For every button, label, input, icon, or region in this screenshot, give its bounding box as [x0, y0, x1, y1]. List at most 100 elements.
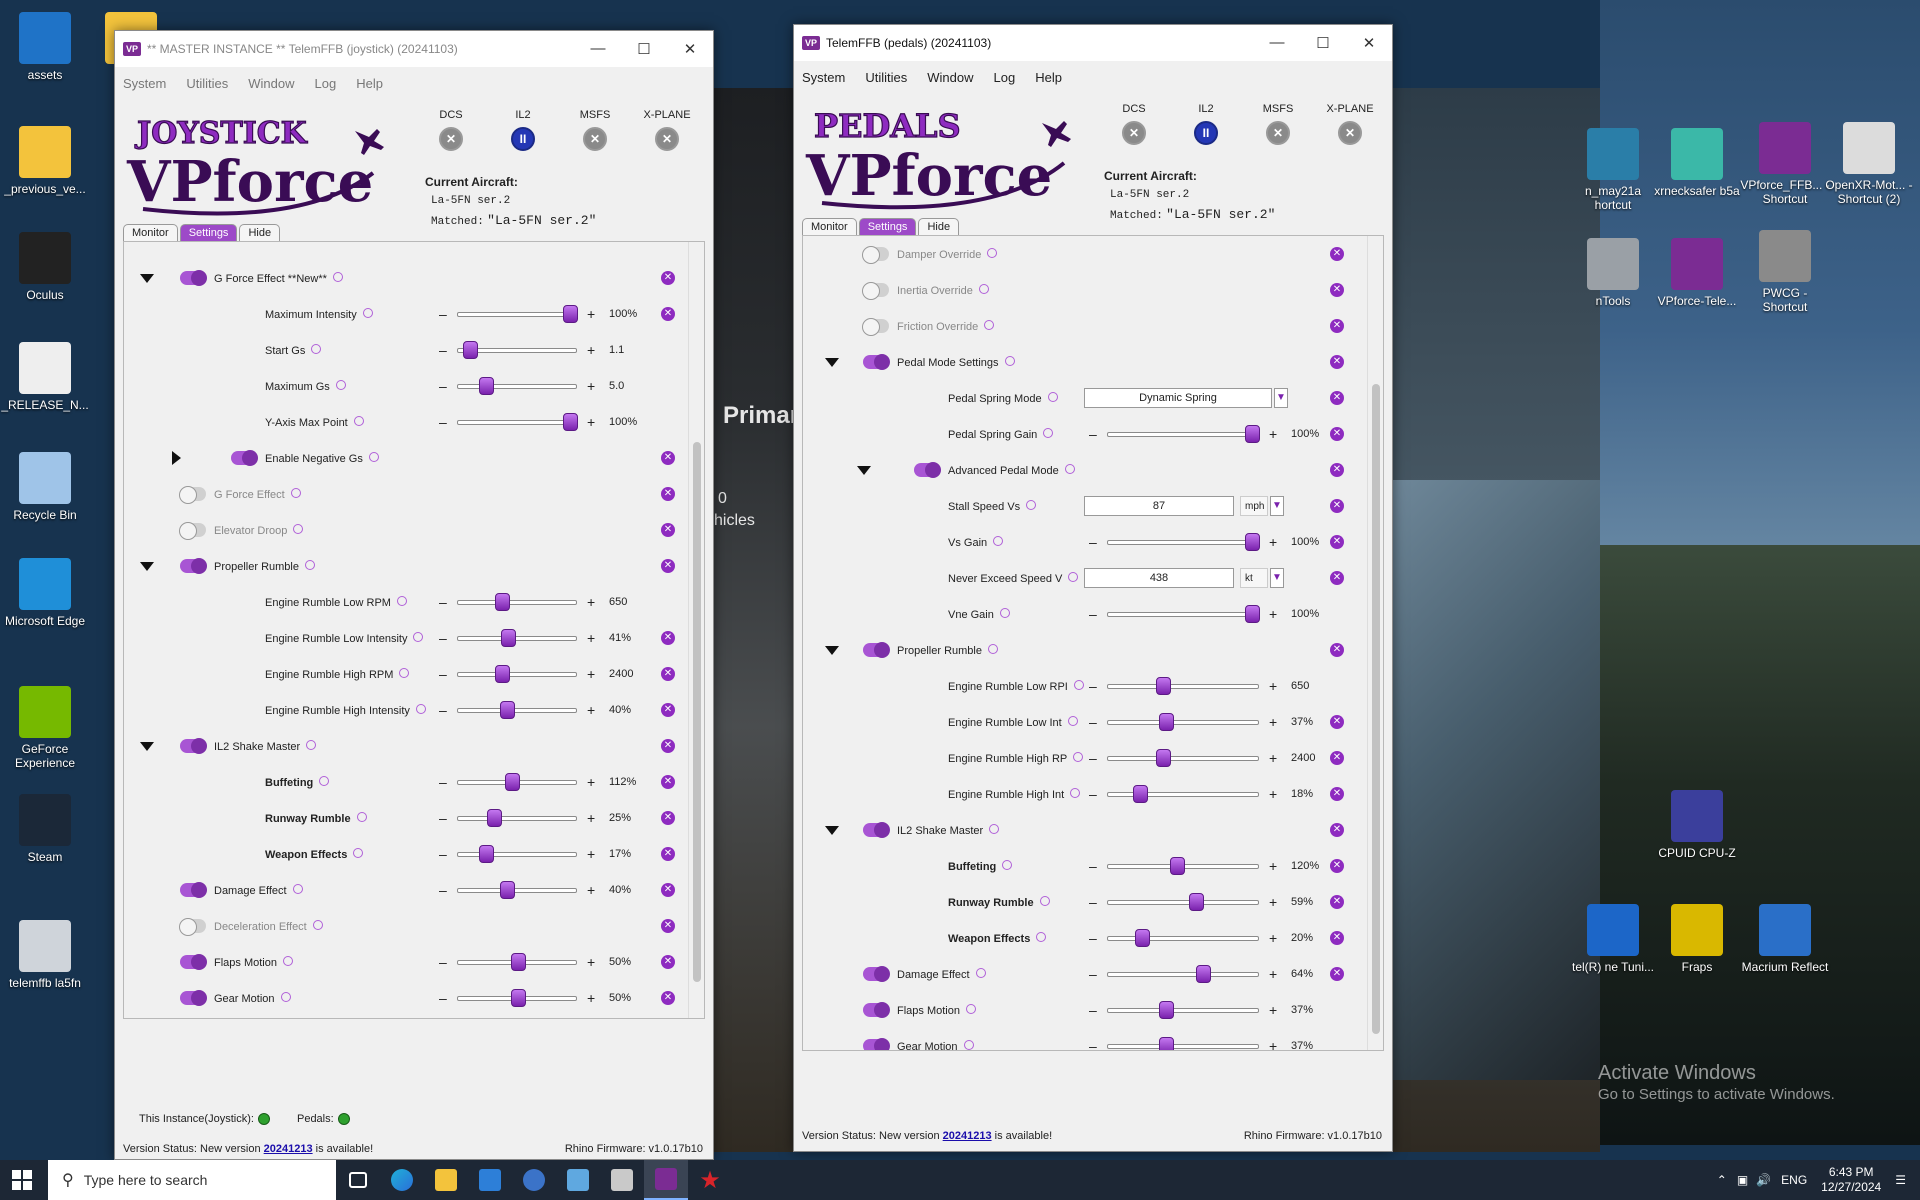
- tab-settings[interactable]: Settings: [858, 218, 917, 235]
- info-icon[interactable]: [1070, 787, 1081, 798]
- info-icon[interactable]: [293, 523, 304, 534]
- toggle-switch[interactable]: [180, 270, 207, 286]
- reset-icon[interactable]: ✕: [1330, 895, 1344, 909]
- increase-button[interactable]: +: [587, 666, 595, 682]
- reset-icon[interactable]: ✕: [661, 991, 675, 1005]
- toggle-switch[interactable]: [179, 522, 206, 540]
- app-network-icon[interactable]: [556, 1160, 600, 1200]
- tab-monitor[interactable]: Monitor: [123, 224, 178, 241]
- slider-track[interactable]: [457, 665, 577, 683]
- decrease-button[interactable]: –: [1089, 858, 1097, 874]
- info-icon[interactable]: [1004, 355, 1015, 366]
- menu-system[interactable]: System: [123, 76, 166, 91]
- slider-track[interactable]: [457, 773, 577, 791]
- reset-icon[interactable]: ✕: [661, 919, 675, 933]
- slider-handle[interactable]: [1188, 893, 1204, 911]
- desktop-icon[interactable]: Oculus: [0, 232, 90, 302]
- toggle-switch[interactable]: [863, 354, 890, 370]
- info-icon[interactable]: [1043, 427, 1054, 438]
- increase-button[interactable]: +: [1269, 930, 1277, 946]
- reset-icon[interactable]: ✕: [1330, 571, 1344, 585]
- toggle-switch[interactable]: [862, 246, 889, 264]
- clock[interactable]: 6:43 PM 12/27/2024: [1821, 1165, 1881, 1195]
- menu-window[interactable]: Window: [248, 76, 294, 91]
- reset-icon[interactable]: ✕: [1330, 823, 1344, 837]
- info-icon[interactable]: [965, 1003, 976, 1014]
- reset-icon[interactable]: ✕: [661, 667, 675, 681]
- slider-handle[interactable]: [463, 341, 479, 359]
- chevron-down-icon[interactable]: ▼: [1270, 568, 1284, 588]
- slider-track[interactable]: [457, 341, 577, 359]
- collapse-arrow-icon[interactable]: [140, 562, 154, 571]
- windows-start-icon[interactable]: [12, 1170, 32, 1190]
- reset-icon[interactable]: ✕: [1330, 247, 1344, 261]
- slider-handle[interactable]: [500, 881, 515, 899]
- reset-icon[interactable]: ✕: [661, 559, 675, 573]
- desktop-icon[interactable]: assets: [0, 12, 90, 82]
- maximize-icon[interactable]: ☐: [1300, 34, 1346, 52]
- slider-handle[interactable]: [1169, 857, 1185, 875]
- slider-handle[interactable]: [501, 629, 517, 647]
- info-icon[interactable]: [963, 1039, 974, 1050]
- reset-icon[interactable]: ✕: [1330, 787, 1344, 801]
- task-view-icon[interactable]: [336, 1160, 380, 1200]
- desktop-icon[interactable]: GeForce Experience: [0, 686, 90, 770]
- taskbar-search[interactable]: ⚲ Type here to search: [48, 1160, 336, 1200]
- slider-track[interactable]: [1107, 713, 1259, 731]
- il2-star-icon[interactable]: ★: [688, 1160, 732, 1200]
- slider-track[interactable]: [1107, 749, 1259, 767]
- collapse-arrow-icon[interactable]: [140, 742, 154, 751]
- increase-button[interactable]: +: [587, 702, 595, 718]
- collapse-arrow-icon[interactable]: [857, 466, 871, 475]
- decrease-button[interactable]: –: [439, 702, 447, 718]
- slider-track[interactable]: [1107, 425, 1260, 443]
- toggle-switch[interactable]: [180, 882, 207, 898]
- info-icon[interactable]: [1047, 391, 1058, 402]
- speed-input[interactable]: 87: [1084, 496, 1234, 516]
- decrease-button[interactable]: –: [1089, 930, 1097, 946]
- reset-icon[interactable]: ✕: [1330, 715, 1344, 729]
- increase-button[interactable]: +: [1269, 426, 1277, 442]
- increase-button[interactable]: +: [1269, 786, 1277, 802]
- reset-icon[interactable]: ✕: [1330, 643, 1344, 657]
- increase-button[interactable]: +: [1269, 1002, 1277, 1018]
- chevron-down-icon[interactable]: ▼: [1274, 388, 1288, 408]
- unit-select[interactable]: kt: [1240, 568, 1268, 588]
- increase-button[interactable]: +: [587, 882, 595, 898]
- toggle-switch[interactable]: [862, 318, 889, 336]
- info-icon[interactable]: [413, 631, 424, 642]
- slider-track[interactable]: [1107, 1001, 1259, 1019]
- slider-handle[interactable]: [1158, 1037, 1174, 1050]
- increase-button[interactable]: +: [587, 306, 595, 322]
- desktop-icon[interactable]: _previous_ve...: [0, 126, 90, 196]
- info-icon[interactable]: [399, 667, 410, 678]
- slider-handle[interactable]: [479, 845, 494, 863]
- minimize-icon[interactable]: —: [575, 40, 621, 58]
- toggle-switch[interactable]: [179, 486, 206, 504]
- desktop-icon[interactable]: Microsoft Edge: [0, 558, 90, 628]
- decrease-button[interactable]: –: [1089, 1002, 1097, 1018]
- toggle-switch[interactable]: [863, 642, 890, 658]
- decrease-button[interactable]: –: [439, 990, 447, 1006]
- minimize-icon[interactable]: —: [1254, 34, 1300, 52]
- info-icon[interactable]: [1036, 931, 1047, 942]
- toggle-switch[interactable]: [863, 1038, 890, 1050]
- increase-button[interactable]: +: [587, 378, 595, 394]
- menu-help[interactable]: Help: [1035, 70, 1062, 85]
- increase-button[interactable]: +: [1269, 678, 1277, 694]
- info-icon[interactable]: [353, 847, 364, 858]
- version-link[interactable]: 20241213: [264, 1143, 313, 1155]
- slider-handle[interactable]: [510, 953, 526, 971]
- language-indicator[interactable]: ENG: [1781, 1173, 1807, 1187]
- toggle-switch[interactable]: [863, 966, 890, 982]
- slider-handle[interactable]: [1132, 785, 1148, 803]
- decrease-button[interactable]: –: [439, 342, 447, 358]
- decrease-button[interactable]: –: [439, 810, 447, 826]
- slider-track[interactable]: [1107, 929, 1259, 947]
- edge-icon[interactable]: [380, 1160, 424, 1200]
- expand-arrow-icon[interactable]: [172, 451, 181, 465]
- info-icon[interactable]: [1067, 715, 1078, 726]
- menu-window[interactable]: Window: [927, 70, 973, 85]
- increase-button[interactable]: +: [1269, 966, 1277, 982]
- info-icon[interactable]: [1039, 895, 1050, 906]
